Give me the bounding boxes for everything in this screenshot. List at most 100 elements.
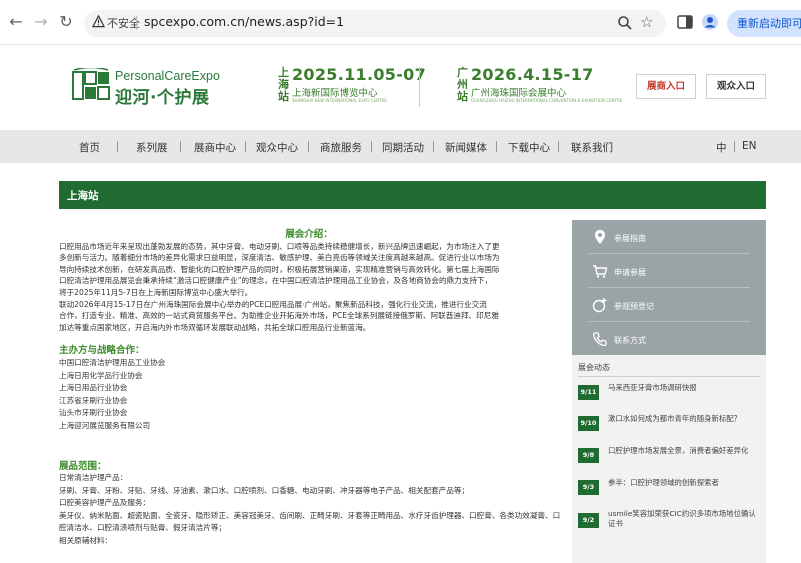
scope-line: 牙刷、牙膏、牙粉、牙贴、牙线、牙油素、漱口水、口腔喷剂、口香糖、电动牙刷、冲牙器… [59, 485, 470, 495]
nav-news-media[interactable]: 新闻媒体 [445, 140, 487, 155]
sidebar-item-exhibit-guide[interactable]: 参展指南 [572, 220, 766, 254]
forward-arrow-icon[interactable]: → [31, 12, 51, 32]
intro-line: 口腔清洁护理用品展览会秉承持续“激活口腔健康产业”的理念，在中国口腔清洁护理用品… [59, 276, 493, 286]
sidebar-news: 展会动态 9/11 马来西亚牙膏市场调研快报 9/10 漱口水如何成为都市青年的… [572, 355, 766, 563]
pce-logo-icon[interactable] [72, 68, 110, 103]
news-date-badge: 9/11 [578, 385, 599, 400]
sidebar-quick-links: 参展指南 申请参展 参观预登记 联系方式 [572, 220, 766, 355]
nav-download-center[interactable]: 下载中心 [508, 140, 550, 155]
nav-visitor-center[interactable]: 观众中心 [256, 140, 298, 155]
news-item[interactable]: 9/2 usmile笑容加荣获CIC约识多项市场地位确认证书 [578, 505, 763, 541]
intro-heading: 展会介绍： [285, 229, 333, 240]
sidebar-item-label: 参观预登记 [614, 302, 654, 311]
event-date: 2026.4.15-17 [471, 65, 594, 84]
news-title-link[interactable]: 口腔护理市场发展全景，消费者偏好差异化 [608, 446, 760, 456]
location-pin-icon [595, 230, 605, 244]
nav-divider [371, 141, 372, 152]
partner-item: 江苏省牙刷行业协会 [59, 395, 128, 405]
omnibox-divider [136, 16, 137, 30]
event-date: 2025.11.05-07 [292, 65, 427, 84]
news-divider [578, 376, 760, 377]
sidebar-item-visitor-preregister[interactable]: 参观预登记 [572, 288, 766, 322]
warning-icon[interactable] [92, 15, 105, 28]
nav-divider [558, 141, 559, 152]
nav-divider [180, 141, 181, 152]
back-arrow-icon[interactable]: ← [6, 12, 26, 32]
profile-avatar-icon[interactable] [701, 13, 719, 31]
partner-item: 上海迎河展览服务有限公司 [59, 420, 151, 430]
visitor-entry-button[interactable]: 观众入口 [706, 74, 766, 99]
zoom-icon[interactable] [617, 15, 633, 31]
lang-english[interactable]: EN [742, 140, 757, 152]
partners-heading: 主办方与战略合作： [59, 345, 145, 357]
nav-divider [496, 141, 497, 152]
lang-chinese[interactable]: 中 [716, 140, 727, 155]
news-date-badge: 9/2 [578, 513, 599, 528]
nav-home[interactable]: 首页 [79, 140, 100, 155]
news-title-link[interactable]: 漱口水如何成为都市青年的随身新标配？ [608, 414, 760, 424]
event-venue: 广州海珠国际会展中心 [471, 88, 567, 99]
partner-item: 中国口腔清洁护理用品工业协会 [59, 357, 166, 367]
news-date-badge: 9/3 [578, 480, 599, 495]
reload-icon[interactable]: ↻ [56, 12, 76, 32]
sidebar-item-label: 联系方式 [614, 336, 646, 345]
scope-line: 口腔美容护理产品及服务： [59, 498, 151, 508]
intro-paragraph: 口腔用品市场近年来呈现出蓬勃发展的态势，其中牙膏、电动牙刷、口喷等品类持续稳健增… [59, 241, 559, 334]
intro-line: 导向持续技术创新，在研发高品质、智能化的口腔护理产品的同时，积极拓展营销渠道，实… [59, 264, 500, 274]
news-item[interactable]: 9/10 漱口水如何成为都市青年的随身新标配？ [578, 410, 763, 440]
nav-exhibitor-center[interactable]: 展商中心 [194, 140, 236, 155]
sidebar-item-apply-exhibit[interactable]: 申请参展 [572, 254, 766, 288]
news-item[interactable]: 9/8 口腔护理市场发展全景，消费者偏好差异化 [578, 442, 763, 472]
user-add-icon [592, 298, 607, 313]
nav-concurrent-events[interactable]: 同期活动 [382, 140, 424, 155]
nav-business-travel[interactable]: 商旅服务 [320, 140, 362, 155]
partners-list: 中国口腔清洁护理用品工业协会 上海日用化学品行业协会 上海日用品行业协会 江苏省… [59, 357, 559, 433]
event-city: 广州站 [457, 66, 468, 103]
news-date-badge: 9/10 [578, 416, 599, 431]
scope-line: 日常清洁护理产品： [59, 473, 128, 483]
partner-item: 上海日用化学品行业协会 [59, 370, 143, 380]
nav-divider [433, 141, 434, 152]
news-item[interactable]: 9/11 马来西亚牙膏市场调研快报 [578, 379, 763, 409]
cart-icon [593, 265, 608, 278]
intro-line: 合作，打造专业、精准、高效的一站式商贸服务平台。为助推企业开拓海外市场，PCE全… [59, 311, 499, 321]
partner-item: 汕头市牙刷行业协会 [59, 408, 128, 418]
news-title-link[interactable]: 马来西亚牙膏市场调研快报 [608, 383, 760, 393]
scope-line: 美牙仪、纳米贴面、超瓷贴面、全瓷牙、隐形矫正、美容冠美牙、齿间刷、正畸牙刷、牙套… [59, 510, 561, 520]
nav-contact-us[interactable]: 联系我们 [571, 140, 613, 155]
intro-line: 多创新与活力。随着细分市场的差异化需求日益明显，深度清洁、敏感护理、美白亮齿等领… [59, 253, 500, 263]
news-title-link[interactable]: 参半：口腔护理领域的创新探索者 [608, 478, 760, 488]
site-header: PersonalCareExpo 迎河·个护展 上海站 2025.11.05-0… [0, 45, 801, 130]
browser-toolbar: ← → ↻ 不安全 spcexpo.com.cn/news.asp?id=1 ☆… [0, 0, 801, 45]
address-bar[interactable]: 不安全 spcexpo.com.cn/news.asp?id=1 ☆ [84, 10, 666, 37]
article-content: 展会介绍： 口腔用品市场近年来呈现出蓬勃发展的态势，其中牙膏、电动牙刷、口喷等品… [59, 229, 561, 548]
nav-series[interactable]: 系列展 [136, 140, 168, 155]
bookmark-star-icon[interactable]: ☆ [640, 13, 653, 31]
main-nav: 首页 系列展 展商中心 观众中心 商旅服务 同期活动 新闻媒体 下载中心 联系我… [0, 130, 801, 163]
scope-line: 腔清洁水、口腔清渍喷剂与贴膏、假牙清洁片等； [59, 523, 227, 533]
news-date-badge: 9/8 [578, 448, 599, 463]
intro-line: 将于2025年11月5-7日在上海新国际博览中心盛大举行。 [59, 287, 253, 297]
scope-heading: 展品范围： [59, 460, 107, 472]
sidebar-item-contact[interactable]: 联系方式 [572, 322, 766, 356]
sidebar-item-label: 参展指南 [614, 234, 646, 243]
logo-chinese-name: 迎河·个护展 [115, 88, 210, 108]
news-item[interactable]: 9/3 参半：口腔护理领域的创新探索者 [578, 474, 763, 504]
event-venue-en: SHANGHAI NEW INTERNATIONAL EXPO CENTRE [292, 98, 387, 103]
relaunch-to-update-button[interactable]: 重新启动即可更新 [727, 10, 801, 37]
url-text[interactable]: spcexpo.com.cn/news.asp?id=1 [144, 14, 344, 29]
logo-english-name: PersonalCareExpo [115, 69, 220, 83]
exhibitor-entry-button[interactable]: 展商入口 [636, 74, 696, 99]
news-heading: 展会动态 [578, 363, 610, 372]
sidebar-item-label: 申请参展 [614, 268, 646, 277]
news-title-link[interactable]: usmile笑容加荣获CIC约识多项市场地位确认证书 [608, 509, 760, 529]
side-panel-icon[interactable] [676, 13, 694, 31]
intro-line: 加达等重点国家地区，开启海内外市场双循环发展联动战略，共拓全球口腔用品行业新蓝海… [59, 322, 371, 332]
event-venue: 上海新国际博览中心 [292, 88, 378, 99]
intro-line: 口腔用品市场近年来呈现出蓬勃发展的态势，其中牙膏、电动牙刷、口喷等品类持续稳健增… [59, 241, 500, 251]
phone-icon [593, 332, 607, 347]
page-title: 上海站 [67, 190, 99, 202]
event-city: 上海站 [278, 66, 289, 103]
nav-divider [117, 141, 118, 152]
scope-list: 日常清洁护理产品： 牙刷、牙膏、牙粉、牙贴、牙线、牙油素、漱口水、口腔喷剂、口香… [59, 472, 561, 548]
